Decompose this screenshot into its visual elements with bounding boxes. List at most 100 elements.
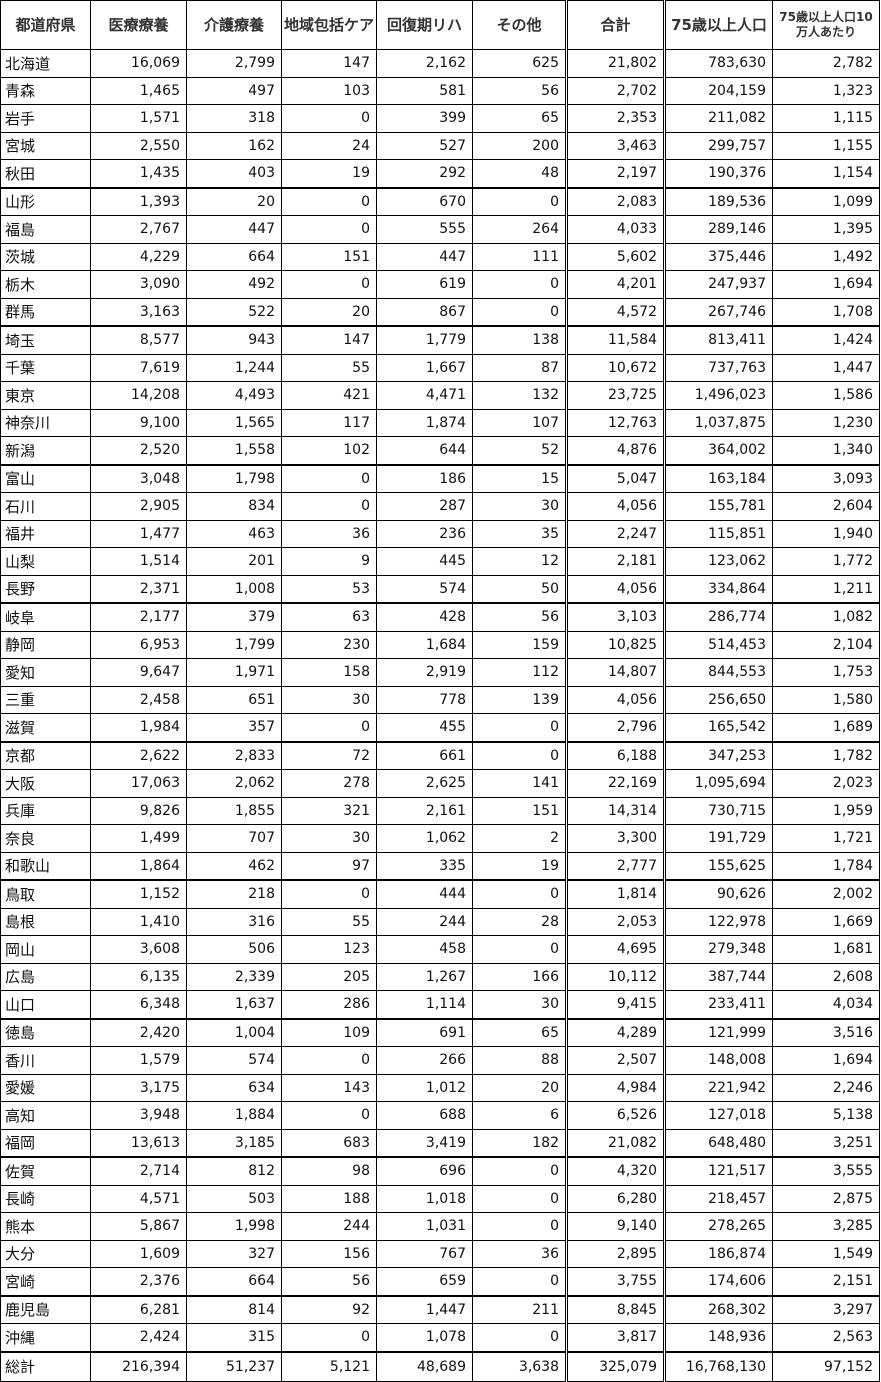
cell-total: 2,197 bbox=[565, 159, 665, 189]
cell-medical-care: 9,826 bbox=[90, 796, 187, 825]
cell-population-75: 186,874 bbox=[663, 1239, 773, 1268]
cell-per-100k: 1,395 bbox=[772, 215, 880, 244]
cell-nursing-care: 315 bbox=[186, 1323, 282, 1352]
table-row: 鹿児島 6,281 814 92 1,447 211 8,845 268,302 3,297 bbox=[0, 1295, 880, 1324]
cell-per-100k: 1,154 bbox=[772, 159, 880, 189]
cell-rehab: 4,471 bbox=[376, 381, 473, 410]
cell-other: 0 bbox=[472, 713, 567, 743]
cell-nursing-care: 162 bbox=[186, 131, 282, 160]
cell-per-100k: 1,753 bbox=[772, 658, 880, 687]
cell-prefecture: 徳島 bbox=[0, 1018, 91, 1047]
cell-other: 65 bbox=[472, 1018, 567, 1047]
cell-population-75: 375,446 bbox=[663, 242, 773, 271]
cell-other: 141 bbox=[472, 769, 567, 798]
cell-total: 5,602 bbox=[565, 242, 665, 271]
cell-nursing-care: 327 bbox=[186, 1239, 282, 1268]
header-community-care: 地域包括ケア bbox=[281, 0, 377, 50]
cell-community-care: 278 bbox=[281, 769, 377, 798]
cell-community-care: 20 bbox=[281, 297, 377, 327]
cell-total: 2,507 bbox=[565, 1046, 665, 1075]
cell-rehab: 445 bbox=[376, 547, 473, 576]
cell-total: 6,526 bbox=[565, 1101, 665, 1130]
cell-total: 2,247 bbox=[565, 519, 665, 548]
prefecture-beds-table: 都道府県 医療療養 介護療養 地域包括ケア 回復期リハ その他 合計 75歳以上… bbox=[0, 0, 880, 1382]
cell-prefecture: 群馬 bbox=[0, 297, 91, 327]
cell-prefecture: 宮崎 bbox=[0, 1267, 91, 1297]
cell-per-100k: 2,023 bbox=[772, 769, 880, 798]
cell-community-care: 9 bbox=[281, 547, 377, 576]
cell-community-care: 147 bbox=[281, 325, 377, 355]
cell-total: 5,047 bbox=[565, 464, 665, 493]
cell-total: 2,796 bbox=[565, 713, 665, 743]
table-row: 宮崎 2,376 664 56 659 0 3,755 174,606 2,151 bbox=[0, 1267, 880, 1297]
cell-total: 2,181 bbox=[565, 547, 665, 576]
cell-total: 21,082 bbox=[565, 1128, 665, 1158]
cell-total: 3,463 bbox=[565, 131, 665, 160]
cell-population-75: 155,625 bbox=[663, 851, 773, 881]
cell-medical-care: 6,281 bbox=[90, 1295, 187, 1324]
cell-rehab: 2,162 bbox=[376, 49, 473, 78]
cell-rehab: 236 bbox=[376, 519, 473, 548]
cell-per-100k: 1,230 bbox=[772, 408, 880, 437]
cell-medical-care: 1,477 bbox=[90, 519, 187, 548]
cell-total: 23,725 bbox=[565, 381, 665, 410]
cell-rehab: 619 bbox=[376, 270, 473, 299]
table-row: 静岡 6,953 1,799 230 1,684 159 10,825 514,453 2,10… bbox=[0, 630, 880, 659]
table-row: 愛媛 3,175 634 143 1,012 20 4,984 221,942 2,246 bbox=[0, 1073, 880, 1102]
cell-total: 2,083 bbox=[565, 187, 665, 216]
cell-community-care: 0 bbox=[281, 464, 377, 493]
table-row: 群馬 3,163 522 20 867 0 4,572 267,746 1,708 bbox=[0, 297, 880, 327]
cell-nursing-care: 357 bbox=[186, 713, 282, 743]
cell-rehab: 1,012 bbox=[376, 1073, 473, 1102]
cell-medical-care: 6,135 bbox=[90, 962, 187, 991]
cell-per-100k: 3,251 bbox=[772, 1128, 880, 1158]
cell-prefecture: 静岡 bbox=[0, 630, 91, 659]
table-row: 高知 3,948 1,884 0 688 6 6,526 127,018 5,138 bbox=[0, 1101, 880, 1130]
cell-total: 2,777 bbox=[565, 851, 665, 881]
cell-other: 182 bbox=[472, 1128, 567, 1158]
cell-population-75: 90,626 bbox=[663, 879, 773, 909]
cell-other: 35 bbox=[472, 519, 567, 548]
cell-total: 3,817 bbox=[565, 1323, 665, 1352]
cell-community-care: 55 bbox=[281, 353, 377, 382]
cell-prefecture: 福岡 bbox=[0, 1128, 91, 1158]
cell-population-75: 289,146 bbox=[663, 215, 773, 244]
cell-population-75: 514,453 bbox=[663, 630, 773, 659]
cell-per-100k: 3,093 bbox=[772, 464, 880, 493]
cell-medical-care: 6,953 bbox=[90, 630, 187, 659]
cell-population-75: 191,729 bbox=[663, 824, 773, 853]
cell-rehab: 455 bbox=[376, 713, 473, 743]
cell-medical-care: 1,465 bbox=[90, 76, 187, 105]
cell-prefecture: 山梨 bbox=[0, 547, 91, 576]
table-row: 埼玉 8,577 943 147 1,779 138 11,584 813,411 1,424 bbox=[0, 325, 880, 355]
cell-community-care: 147 bbox=[281, 49, 377, 78]
cell-nursing-care: 462 bbox=[186, 851, 282, 881]
cell-medical-care: 1,579 bbox=[90, 1046, 187, 1075]
cell-community-care: 683 bbox=[281, 1128, 377, 1158]
cell-rehab: 292 bbox=[376, 159, 473, 189]
cell-prefecture: 富山 bbox=[0, 464, 91, 493]
cell-rehab: 428 bbox=[376, 602, 473, 632]
cell-community-care: 286 bbox=[281, 990, 377, 1020]
total-cell-medical-care: 216,394 bbox=[90, 1350, 187, 1382]
cell-other: 159 bbox=[472, 630, 567, 659]
cell-population-75: 267,746 bbox=[663, 297, 773, 327]
cell-population-75: 165,542 bbox=[663, 713, 773, 743]
cell-population-75: 121,999 bbox=[663, 1018, 773, 1047]
table-row: 熊本 5,867 1,998 244 1,031 0 9,140 278,265 3,285 bbox=[0, 1212, 880, 1241]
cell-medical-care: 1,864 bbox=[90, 851, 187, 881]
cell-population-75: 123,062 bbox=[663, 547, 773, 576]
cell-total: 14,314 bbox=[565, 796, 665, 825]
cell-rehab: 1,779 bbox=[376, 325, 473, 355]
cell-prefecture: 岐阜 bbox=[0, 602, 91, 632]
cell-total: 4,056 bbox=[565, 574, 665, 604]
total-cell-community-care: 5,121 bbox=[281, 1350, 377, 1382]
table-row: 岐阜 2,177 379 63 428 56 3,103 286,774 1,082 bbox=[0, 602, 880, 632]
cell-nursing-care: 497 bbox=[186, 76, 282, 105]
total-cell-other: 3,638 bbox=[472, 1350, 567, 1382]
cell-nursing-care: 463 bbox=[186, 519, 282, 548]
cell-total: 4,289 bbox=[565, 1018, 665, 1047]
cell-community-care: 63 bbox=[281, 602, 377, 632]
table-row: 広島 6,135 2,339 205 1,267 166 10,112 387,744 2,60… bbox=[0, 962, 880, 991]
table-row: 大阪 17,063 2,062 278 2,625 141 22,169 1,095,694 2… bbox=[0, 769, 880, 798]
